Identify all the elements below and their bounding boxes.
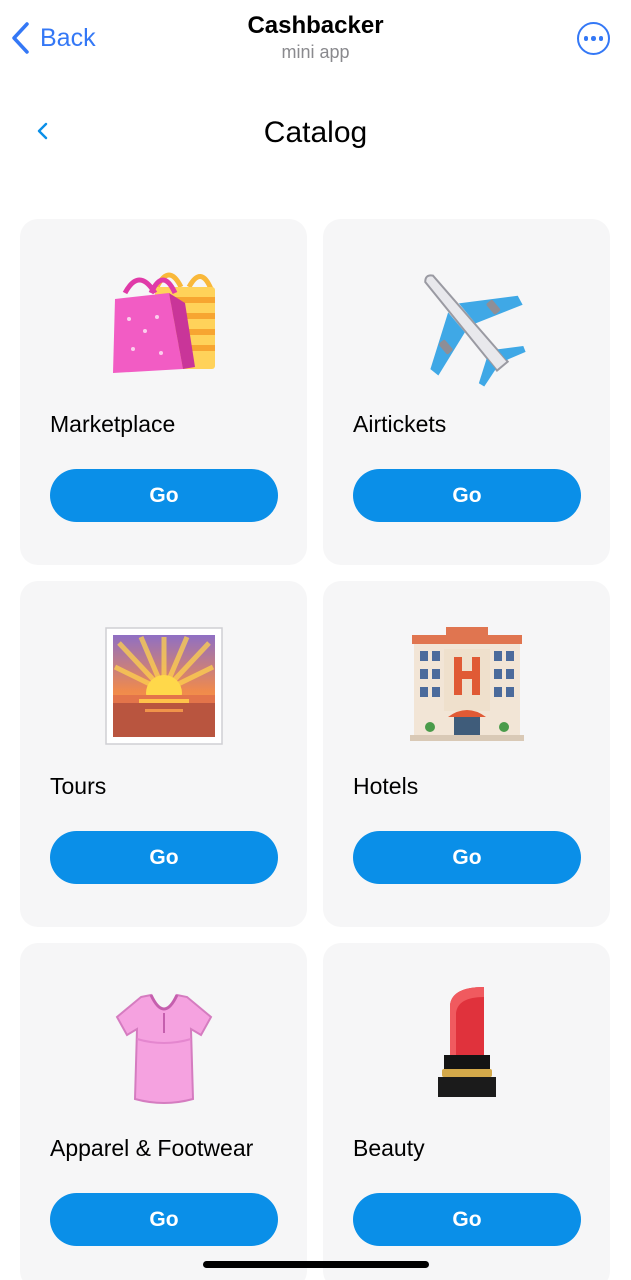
catalog-grid: Marketplace Go Airtickets Go Tours Go Ho… bbox=[20, 219, 610, 1280]
chevron-left-icon bbox=[12, 22, 29, 54]
sunrise-icon bbox=[104, 627, 223, 745]
go-button[interactable]: Go bbox=[353, 1193, 581, 1246]
dot bbox=[591, 36, 596, 41]
catalog-card-marketplace: Marketplace Go bbox=[20, 219, 307, 565]
dot bbox=[598, 36, 604, 41]
top-bar: Back Cashbacker mini app bbox=[0, 0, 631, 80]
catalog-card-label: Apparel & Footwear bbox=[50, 1135, 254, 1161]
home-indicator bbox=[203, 1261, 429, 1268]
catalog-card-apparel: Apparel & Footwear Go bbox=[20, 943, 307, 1280]
catalog-card-airtickets: Airtickets Go bbox=[323, 219, 610, 565]
airplane-icon bbox=[423, 274, 526, 387]
catalog-card-label: Marketplace bbox=[50, 411, 176, 437]
back-label: Back bbox=[40, 23, 96, 52]
hotel-icon bbox=[409, 627, 524, 741]
catalog-card-hotels: Hotels Go bbox=[323, 581, 610, 927]
shopping-bags-icon bbox=[112, 272, 215, 373]
dot bbox=[583, 36, 589, 41]
catalog-card-label: Tours bbox=[50, 773, 107, 799]
go-button[interactable]: Go bbox=[50, 831, 278, 884]
go-button[interactable]: Go bbox=[353, 469, 581, 522]
blouse-icon bbox=[115, 993, 212, 1104]
lipstick-icon bbox=[437, 987, 496, 1097]
go-button[interactable]: Go bbox=[50, 1193, 278, 1246]
go-button[interactable]: Go bbox=[353, 831, 581, 884]
page-title: Catalog bbox=[263, 116, 368, 149]
catalog-card-tours: Tours Go bbox=[20, 581, 307, 927]
catalog-card-beauty: Beauty Go bbox=[323, 943, 610, 1280]
go-button[interactable]: Go bbox=[50, 469, 278, 522]
more-options-button[interactable] bbox=[577, 22, 610, 55]
catalog-card-label: Hotels bbox=[353, 773, 419, 799]
catalog-card-label: Beauty bbox=[353, 1135, 425, 1161]
back-button[interactable]: Back bbox=[10, 20, 96, 56]
catalog-card-label: Airtickets bbox=[353, 411, 447, 437]
